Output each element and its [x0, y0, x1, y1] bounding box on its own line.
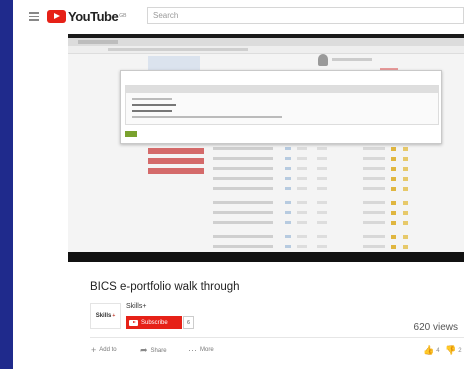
video-address-bar [68, 46, 464, 54]
search-input[interactable]: Search [147, 7, 464, 24]
channel-logo-mark: + [112, 313, 116, 319]
channel-logo-text: Skills [95, 313, 112, 319]
dislike-count: 2 [458, 347, 462, 354]
divider [90, 337, 464, 338]
share-label: Share [150, 347, 167, 354]
video-banner [148, 56, 200, 70]
video-user-icon [318, 54, 328, 66]
like-button[interactable]: 👍 4 [423, 345, 440, 356]
video-table-row [213, 234, 453, 240]
channel-avatar[interactable]: Skills + [90, 303, 121, 329]
subscriber-count: 6 [183, 316, 194, 329]
video-table-row [213, 176, 453, 182]
video-side-item [148, 168, 204, 174]
subscribe-label: Subscribe [141, 319, 168, 326]
video-player[interactable] [68, 34, 464, 262]
video-user-text [332, 58, 372, 61]
add-to-label: Add to [99, 347, 117, 353]
play-logo-icon [47, 9, 66, 23]
share-button[interactable]: ➦ Share [140, 345, 167, 356]
video-table-row [213, 220, 453, 226]
video-table-row [213, 146, 453, 152]
video-table-row [213, 200, 453, 206]
video-side-item [148, 158, 204, 164]
youtube-window: YouTube GB Search BICS e-portfolio walk … [13, 0, 464, 369]
channel-name[interactable]: Skills+ [126, 303, 146, 310]
video-table-row [213, 156, 453, 162]
video-frame [68, 38, 464, 256]
video-title: BICS e-portfolio walk through [90, 281, 240, 293]
player-controls-bar[interactable] [68, 252, 464, 262]
more-dots-icon: ··· [188, 345, 197, 355]
video-table-row [213, 210, 453, 216]
video-modal-content [125, 85, 439, 125]
video-table-row [213, 244, 453, 250]
add-to-button[interactable]: + Add to [91, 345, 117, 355]
subscribe-button[interactable]: Subscribe [126, 316, 182, 329]
subscribe-play-icon [129, 319, 138, 326]
hamburger-menu-icon[interactable] [29, 12, 39, 21]
logo-region: GB [119, 13, 127, 19]
logo-text: YouTube [68, 8, 119, 24]
share-arrow-icon: ➦ [140, 345, 148, 355]
video-modal-dialog [120, 70, 442, 144]
like-count: 4 [436, 347, 440, 354]
more-button[interactable]: ··· More [188, 345, 214, 355]
video-browser-tabs [68, 38, 464, 46]
youtube-logo[interactable]: YouTube GB [47, 8, 127, 24]
video-side-item [148, 148, 204, 154]
top-header: YouTube GB Search [13, 0, 464, 34]
video-table-row [213, 186, 453, 192]
thumbs-up-icon: 👍 [423, 345, 435, 355]
view-count: 620 views [413, 322, 458, 333]
plus-icon: + [91, 345, 97, 355]
dislike-button[interactable]: 👎 2 [445, 345, 462, 356]
video-table-row [213, 166, 453, 172]
thumbs-down-icon: 👎 [445, 345, 457, 355]
video-modal-button [125, 131, 137, 137]
more-label: More [200, 347, 214, 353]
